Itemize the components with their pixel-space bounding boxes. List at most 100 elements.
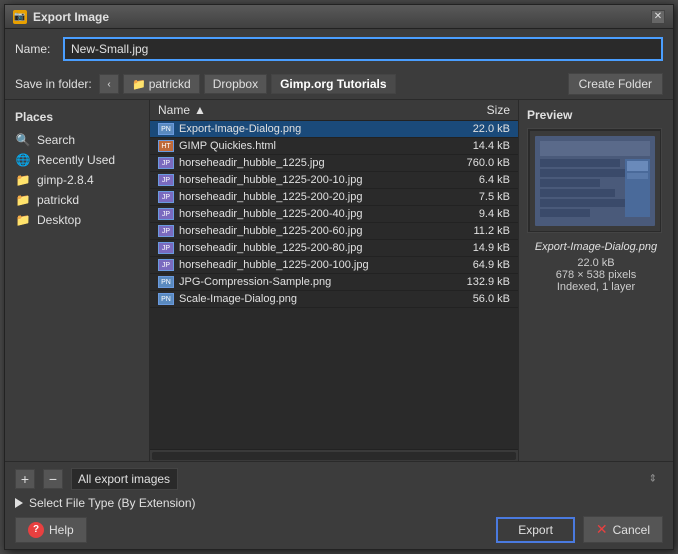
table-row[interactable]: JP horseheadir_hubble_1225-200-20.jpg 7.… [150,189,518,206]
file-list-panel: Name ▲ Size PN Export-Image-Dialog.png 2… [150,100,518,461]
preview-filename: Export-Image-Dialog.png [527,241,665,253]
sidebar-item-label: patrickd [37,193,79,207]
main-area: Places 🔍 Search 🌐 Recently Used 📁 gimp-2… [5,100,673,461]
file-size-cell: 760.0 kB [430,157,510,169]
cancel-icon: ✕ [596,521,608,538]
table-row[interactable]: HT GIMP Quickies.html 14.4 kB [150,138,518,155]
preview-image [527,128,662,233]
file-size-cell: 64.9 kB [430,259,510,271]
table-row[interactable]: JP horseheadir_hubble_1225-200-60.jpg 11… [150,223,518,240]
table-row[interactable]: JP horseheadir_hubble_1225.jpg 760.0 kB [150,155,518,172]
file-size-cell: 9.4 kB [430,208,510,220]
remove-place-button[interactable]: − [43,469,63,489]
preview-svg [530,131,660,231]
help-button[interactable]: ? Help [15,517,87,543]
export-button[interactable]: Export [496,517,575,543]
horizontal-scrollbar[interactable] [150,449,518,461]
sidebar-item-desktop[interactable]: 📁 Desktop [5,210,149,230]
file-name-cell: HT GIMP Quickies.html [158,140,430,152]
file-list-body[interactable]: PN Export-Image-Dialog.png 22.0 kB HT GI… [150,121,518,449]
file-name-cell: JP horseheadir_hubble_1225-200-40.jpg [158,208,430,220]
file-name-cell: PN JPG-Compression-Sample.png [158,276,430,288]
breadcrumb-dropbox[interactable]: Dropbox [204,74,267,94]
file-size-cell: 56.0 kB [430,293,510,305]
file-size-cell: 14.9 kB [430,242,510,254]
nav-back-button[interactable]: ‹ [99,74,119,94]
breadcrumb-patrickd[interactable]: 📁 patrickd [123,74,200,94]
file-name-cell: JP horseheadir_hubble_1225-200-10.jpg [158,174,430,186]
preview-indexed: Indexed, 1 layer [527,281,665,293]
filename-input[interactable] [63,37,663,61]
globe-icon: 🌐 [15,153,31,167]
file-thumb-icon: JP [158,174,174,186]
filter-row: + − All export images [15,468,663,490]
file-name-cell: JP horseheadir_hubble_1225-200-20.jpg [158,191,430,203]
create-folder-button[interactable]: Create Folder [568,73,663,95]
file-name-cell: JP horseheadir_hubble_1225-200-100.jpg [158,259,430,271]
table-row[interactable]: PN Scale-Image-Dialog.png 56.0 kB [150,291,518,308]
file-size-cell: 7.5 kB [430,191,510,203]
table-row[interactable]: JP horseheadir_hubble_1225-200-80.jpg 14… [150,240,518,257]
preview-size: 22.0 kB [527,257,665,269]
filter-select-wrapper: All export images [71,468,663,490]
preview-dimensions: 678 × 538 pixels [527,269,665,281]
file-name-cell: JP horseheadir_hubble_1225.jpg [158,157,430,169]
cancel-button[interactable]: ✕ Cancel [583,516,663,543]
sidebar-item-label: Desktop [37,213,81,227]
dialog-icon: 📷 [13,10,27,24]
sidebar-item-gimp[interactable]: 📁 gimp-2.8.4 [5,170,149,190]
file-size-cell: 132.9 kB [430,276,510,288]
file-thumb-icon: HT [158,140,174,152]
file-thumb-icon: JP [158,259,174,271]
close-button[interactable]: ✕ [651,10,665,24]
save-in-label: Save in folder: [15,77,95,91]
breadcrumb-gimp-tutorials[interactable]: Gimp.org Tutorials [271,74,395,94]
col-name-header[interactable]: Name ▲ [158,103,430,117]
sidebar-item-patrickd[interactable]: 📁 patrickd [5,190,149,210]
title-bar: 📷 Export Image ✕ [5,5,673,29]
title-bar-left: 📷 Export Image [13,10,109,24]
preview-title: Preview [527,108,665,122]
sidebar-item-search[interactable]: 🔍 Search [5,130,149,150]
sidebar-item-label: Recently Used [37,153,115,167]
table-row[interactable]: PN Export-Image-Dialog.png 22.0 kB [150,121,518,138]
folder-icon: 📁 [132,78,146,91]
filter-select[interactable]: All export images [71,468,178,490]
file-thumb-icon: PN [158,293,174,305]
sidebar-item-recently-used[interactable]: 🌐 Recently Used [5,150,149,170]
name-row: Name: [5,29,673,69]
col-size-header[interactable]: Size [430,103,510,117]
add-place-button[interactable]: + [15,469,35,489]
help-label: Help [49,523,74,537]
file-name-cell: PN Scale-Image-Dialog.png [158,293,430,305]
table-row[interactable]: JP horseheadir_hubble_1225-200-10.jpg 6.… [150,172,518,189]
export-dialog: 📷 Export Image ✕ Name: Save in folder: ‹… [4,4,674,550]
table-row[interactable]: JP horseheadir_hubble_1225-200-40.jpg 9.… [150,206,518,223]
table-row[interactable]: JP horseheadir_hubble_1225-200-100.jpg 6… [150,257,518,274]
file-name-cell: JP horseheadir_hubble_1225-200-60.jpg [158,225,430,237]
cancel-label: Cancel [613,523,650,537]
file-name-cell: PN Export-Image-Dialog.png [158,123,430,135]
bottom-area: + − All export images Select File Type (… [5,461,673,549]
file-thumb-icon: JP [158,208,174,220]
dialog-title: Export Image [33,10,109,24]
folder-icon: 📁 [15,213,31,227]
file-size-cell: 14.4 kB [430,140,510,152]
folder-icon: 📁 [15,193,31,207]
file-thumb-icon: PN [158,276,174,288]
action-row: ? Help Export ✕ Cancel [15,516,663,543]
sidebar-item-label: Search [37,133,75,147]
file-thumb-icon: JP [158,157,174,169]
file-size-cell: 6.4 kB [430,174,510,186]
file-list-header: Name ▲ Size [150,100,518,121]
preview-panel: Preview Export-Image-Dialog.pn [518,100,673,461]
breadcrumb-row: Save in folder: ‹ 📁 patrickd Dropbox Gim… [5,69,673,100]
file-thumb-icon: PN [158,123,174,135]
file-type-row[interactable]: Select File Type (By Extension) [15,496,663,510]
sidebar-item-label: gimp-2.8.4 [37,173,94,187]
table-row[interactable]: PN JPG-Compression-Sample.png 132.9 kB [150,274,518,291]
folder-icon: 📁 [15,173,31,187]
name-label: Name: [15,42,55,56]
scrollbar-track [152,452,516,460]
file-thumb-icon: JP [158,191,174,203]
